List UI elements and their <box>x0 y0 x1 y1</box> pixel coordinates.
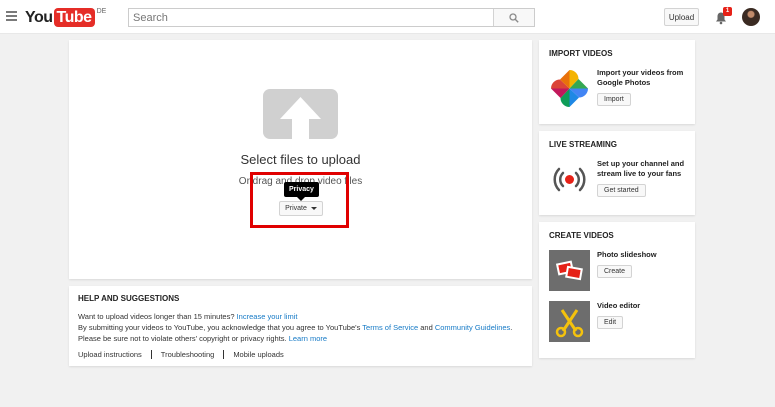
edit-button[interactable]: Edit <box>597 316 624 329</box>
live-title: LIVE STREAMING <box>549 140 618 149</box>
help-copyright-text: Please be sure not to violate others' co… <box>78 334 287 343</box>
import-videos-card: IMPORT VIDEOS Import your videos from Go… <box>539 40 695 124</box>
live-streaming-card: LIVE STREAMING Set up your channel and s… <box>539 131 695 215</box>
google-photos-icon <box>551 70 588 107</box>
mobile-uploads-link[interactable]: Mobile uploads <box>233 350 292 359</box>
import-body: Import your videos from Google Photos Im… <box>549 68 685 109</box>
select-files-title[interactable]: Select files to upload <box>69 152 532 167</box>
live-body: Set up your channel and stream live to y… <box>549 159 685 200</box>
slideshow-label: Photo slideshow <box>597 250 657 259</box>
highlight-box <box>250 172 349 228</box>
terms-of-service-link[interactable]: Terms of Service <box>362 323 418 332</box>
logo-you-text: You <box>25 9 53 26</box>
create-videos-card: CREATE VIDEOS Photo slideshow Create Vid… <box>539 222 695 358</box>
help-and-text: and <box>420 323 433 332</box>
help-period: . <box>510 323 513 332</box>
import-text: Import your videos from Google Photos <box>597 68 684 87</box>
help-line-copyright: Please be sure not to violate others' co… <box>78 333 523 344</box>
troubleshooting-link[interactable]: Troubleshooting <box>161 350 225 359</box>
hamburger-menu-icon[interactable] <box>6 11 17 21</box>
get-started-button[interactable]: Get started <box>597 184 646 197</box>
help-line-terms: By submitting your videos to YouTube, yo… <box>78 322 523 333</box>
search-box <box>128 8 535 27</box>
community-guidelines-link[interactable]: Community Guidelines <box>435 323 510 332</box>
increase-limit-link[interactable]: Increase your limit <box>237 312 298 321</box>
notification-badge: 1 <box>723 7 732 16</box>
editor-label: Video editor <box>597 301 641 310</box>
logo-tube-text: Tube <box>53 8 95 27</box>
avatar[interactable] <box>742 8 760 26</box>
live-broadcast-icon <box>553 167 586 192</box>
help-title: HELP AND SUGGESTIONS <box>78 294 180 303</box>
import-title: IMPORT VIDEOS <box>549 49 613 58</box>
photo-slideshow-item: Photo slideshow Create <box>549 250 685 291</box>
learn-more-link[interactable]: Learn more <box>289 334 327 343</box>
editor-content: Video editor Edit <box>597 301 640 342</box>
help-panel: HELP AND SUGGESTIONS Want to upload vide… <box>69 286 532 366</box>
youtube-logo[interactable]: You Tube DE <box>25 8 106 28</box>
import-button[interactable]: Import <box>597 93 631 106</box>
video-editor-item: Video editor Edit <box>549 301 685 342</box>
help-links: Upload instructions Troubleshooting Mobi… <box>78 350 523 359</box>
scissors-icon[interactable] <box>549 301 590 342</box>
create-button[interactable]: Create <box>597 265 633 278</box>
import-content: Import your videos from Google Photos Im… <box>597 68 685 109</box>
search-input[interactable] <box>129 9 493 26</box>
create-title: CREATE VIDEOS <box>549 231 614 240</box>
slideshow-content: Photo slideshow Create <box>597 250 657 291</box>
live-content: Set up your channel and stream live to y… <box>597 159 685 200</box>
masthead: You Tube DE Upload 1 <box>0 0 775 34</box>
search-button[interactable] <box>493 9 534 26</box>
help-terms-text: By submitting your videos to YouTube, yo… <box>78 323 361 332</box>
slideshow-icon[interactable] <box>549 250 590 291</box>
upload-panel: Select files to upload Or drag and drop … <box>69 40 532 279</box>
help-limit-text: Want to upload videos longer than 15 min… <box>78 312 235 321</box>
search-icon <box>509 12 519 23</box>
upload-instructions-link[interactable]: Upload instructions <box>78 350 152 359</box>
upload-button[interactable]: Upload <box>664 8 699 26</box>
help-line-limit: Want to upload videos longer than 15 min… <box>78 311 523 322</box>
logo-region: DE <box>96 8 107 15</box>
upload-arrow-icon[interactable] <box>263 89 338 139</box>
live-text: Set up your channel and stream live to y… <box>597 159 685 178</box>
